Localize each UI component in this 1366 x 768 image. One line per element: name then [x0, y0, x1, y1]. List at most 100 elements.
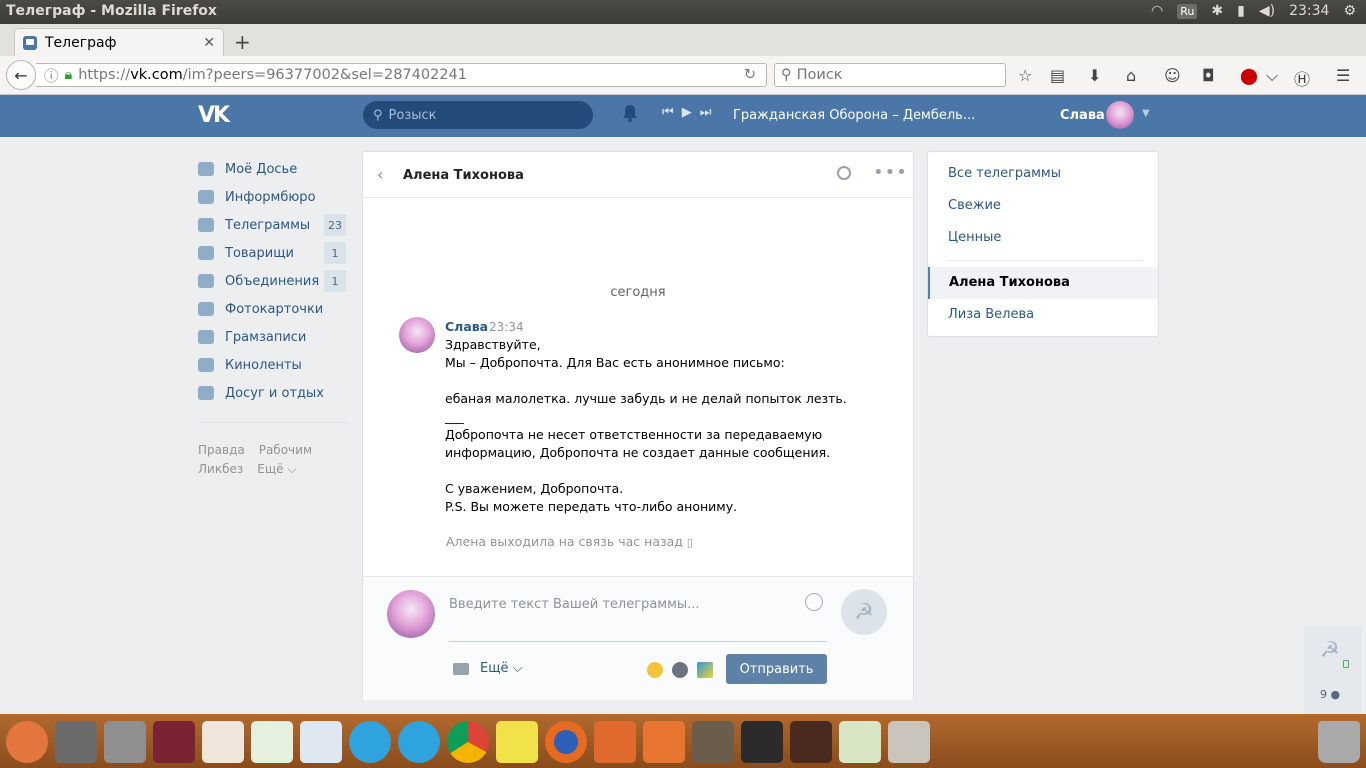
chrome-icon[interactable] — [447, 721, 489, 763]
more-attach-button[interactable]: Ещё ⌵ — [480, 661, 522, 676]
battery-icon[interactable]: ▮ — [1237, 3, 1245, 19]
bookmark-star-icon[interactable]: ☆ — [1018, 66, 1032, 85]
dialog-item[interactable]: Лиза Велева — [948, 307, 1034, 322]
menu-item-music[interactable]: Грамзаписи — [198, 323, 348, 351]
vk-logo[interactable]: VK — [198, 103, 230, 128]
filter-unread[interactable]: Свежие — [948, 198, 1001, 213]
back-button[interactable]: ← — [6, 60, 36, 90]
navigation-bar: ⓘ 🔒︎ https://vk.com/im?peers=96377002&se… — [0, 56, 1366, 95]
search-icon[interactable] — [837, 166, 851, 180]
emoji-icon[interactable] — [805, 593, 823, 611]
vk-search-input[interactable]: ⚲ Розыск — [363, 101, 593, 129]
reading-list-icon[interactable]: ▤ — [1050, 66, 1065, 85]
user-name[interactable]: Слава — [1060, 108, 1105, 123]
footer-link[interactable]: Ликбез — [198, 462, 243, 476]
telegram-icon[interactable] — [349, 721, 391, 763]
impress-icon[interactable] — [202, 721, 244, 763]
lingot-icon[interactable] — [839, 721, 881, 763]
clock[interactable]: 23:34 — [1289, 3, 1329, 19]
hamburger-menu-icon[interactable]: ☰ — [1336, 66, 1350, 85]
notes-icon[interactable] — [496, 721, 538, 763]
filter-important[interactable]: Ценные — [948, 230, 1001, 245]
settings-icon[interactable] — [55, 721, 97, 763]
home-icon[interactable]: ⌂ — [1126, 66, 1136, 85]
camera-icon[interactable] — [453, 663, 469, 675]
gimp-icon[interactable] — [692, 721, 734, 763]
menu-label: Информбюро — [225, 189, 316, 205]
voice-message-button[interactable]: ☭ — [841, 589, 887, 635]
guitar-icon[interactable] — [790, 721, 832, 763]
message-time[interactable]: 23:34 — [489, 320, 524, 334]
draw-icon[interactable] — [300, 721, 342, 763]
message-sender[interactable]: Слава — [445, 319, 488, 334]
firefox-icon[interactable] — [545, 721, 587, 763]
footer-link[interactable]: Правда — [198, 443, 245, 457]
composer: Введите текст Вашей телеграммы... ☭ Ещё … — [363, 576, 913, 700]
ubuntu-icon[interactable] — [6, 721, 48, 763]
adblock-icon[interactable]: ⬤ — [1240, 66, 1258, 85]
previous-track-icon[interactable]: ⏮ — [662, 105, 674, 120]
play-icon[interactable]: ▶ — [682, 105, 692, 120]
wine-icon[interactable] — [153, 721, 195, 763]
url-bar[interactable]: ⓘ 🔒︎ https://vk.com/im?peers=96377002&se… — [36, 63, 767, 87]
trash-icon[interactable] — [1318, 721, 1360, 763]
message-input[interactable]: Введите текст Вашей телеграммы... — [449, 597, 809, 612]
info-icon[interactable]: ⓘ — [44, 65, 59, 86]
footer-link[interactable]: Рабочим — [259, 443, 312, 457]
footer-link[interactable]: Ещё ⌵ — [257, 462, 296, 476]
chevron-down-icon[interactable]: ▼ — [1142, 108, 1150, 119]
dialog-item-selected[interactable]: Алена Тихонова — [928, 267, 1158, 299]
pocket-icon[interactable]: ◘ — [1202, 66, 1215, 85]
send-button[interactable]: Отправить — [726, 654, 827, 684]
sticker-icon[interactable] — [697, 662, 713, 678]
telegram-icon[interactable] — [398, 721, 440, 763]
menu-item-friends[interactable]: Товарищи 1 — [198, 239, 348, 267]
tab-telegraf[interactable]: Телеграф ✕ — [14, 28, 224, 56]
calc-icon[interactable] — [251, 721, 293, 763]
side-chat-widget[interactable]: ☭ 9 ● — [1304, 626, 1362, 716]
search-bar[interactable]: ⚲ Поиск — [774, 63, 1006, 87]
power-icon[interactable]: ⚙ — [1343, 3, 1356, 19]
extension-icon[interactable]: Ⓗ — [1294, 66, 1310, 90]
bell-icon[interactable] — [622, 104, 638, 122]
chat-icon[interactable]: ☺ — [1164, 66, 1181, 85]
new-tab-button[interactable]: + — [234, 30, 251, 54]
next-track-icon[interactable]: ⏭ — [700, 105, 712, 120]
menu-item-profile[interactable]: Моё Досье — [198, 155, 348, 183]
avatar[interactable] — [1106, 101, 1134, 129]
wifi-icon[interactable]: ◠ — [1151, 3, 1163, 19]
menu-label: Товарищи — [225, 245, 294, 261]
now-playing-track[interactable]: Гражданская Оборона – Дембель... — [733, 108, 975, 123]
menu-item-news[interactable]: Информбюро — [198, 183, 348, 211]
reload-icon[interactable]: ↻ — [744, 67, 756, 83]
bluetooth-icon[interactable]: ✱ — [1211, 3, 1223, 19]
volume-icon[interactable]: ◀) — [1259, 3, 1275, 19]
message-text: Здравствуйте, Мы – Добропочта. Для Вас е… — [445, 337, 847, 514]
keyboard-layout-indicator[interactable]: Ru — [1177, 3, 1198, 19]
peer-name[interactable]: Алена Тихонова — [403, 168, 524, 183]
files-icon[interactable] — [594, 721, 636, 763]
filter-all[interactable]: Все телеграммы — [948, 166, 1061, 181]
tools-icon[interactable] — [104, 721, 146, 763]
archive-icon[interactable] — [888, 721, 930, 763]
downloads-icon[interactable]: ⬇ — [1088, 66, 1101, 85]
online-mobile-icon — [1343, 660, 1349, 668]
more-icon[interactable]: ••• — [873, 162, 908, 183]
menu-item-photos[interactable]: Фотокарточки — [198, 295, 348, 323]
avatar[interactable] — [399, 317, 435, 353]
count-badge: 1 — [324, 270, 346, 292]
menu-item-messages[interactable]: Телеграммы 23 — [198, 211, 348, 239]
appstore-icon[interactable] — [643, 721, 685, 763]
emoji-laugh-icon[interactable] — [647, 662, 663, 678]
close-tab-icon[interactable]: ✕ — [203, 35, 215, 51]
menu-item-groups[interactable]: Объединения 1 — [198, 267, 348, 295]
emoji-sad-icon[interactable] — [672, 662, 688, 678]
back-arrow-icon[interactable]: ‹ — [377, 165, 383, 184]
menu-item-videos[interactable]: Киноленты — [198, 351, 348, 379]
dropdown-chevron-icon[interactable]: ⌵ — [1266, 66, 1278, 86]
terminal-icon[interactable] — [741, 721, 783, 763]
search-icon: ⚲ — [781, 67, 792, 83]
menu-item-games[interactable]: Досуг и отдых — [198, 379, 348, 407]
message-icon — [198, 218, 214, 232]
url-text[interactable]: https://vk.com/im?peers=96377002&sel=287… — [78, 67, 467, 83]
